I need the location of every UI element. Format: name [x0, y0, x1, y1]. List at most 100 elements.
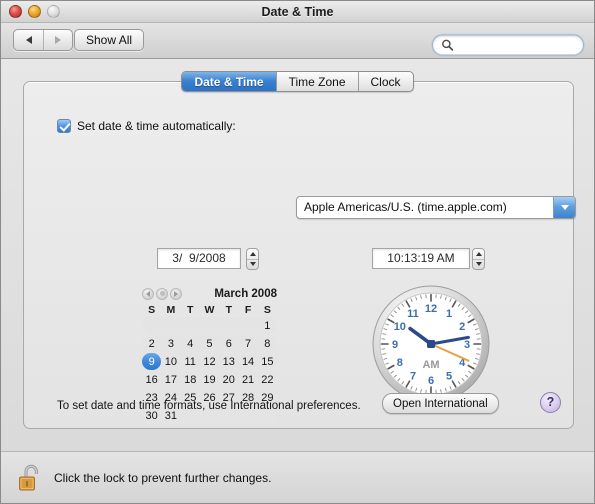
calendar-previous-icon[interactable]: [142, 287, 154, 300]
window-titlebar: Date & Time: [1, 1, 594, 23]
calendar-day-1[interactable]: 1: [258, 317, 277, 334]
set-automatically-label: Set date & time automatically:: [77, 119, 236, 133]
tab-clock[interactable]: Clock: [357, 72, 413, 91]
calendar-dayname-0: S: [148, 304, 156, 316]
calendar-day-18[interactable]: 18: [181, 371, 200, 388]
formats-note: To set date and time formats, use Intern…: [57, 400, 361, 412]
lock-bar-label: Click the lock to prevent further change…: [54, 470, 272, 485]
calendar-day-14[interactable]: 14: [238, 353, 257, 370]
calendar-title: March 2008: [214, 287, 277, 300]
traffic-lights: [9, 5, 60, 18]
calendar-dayname-1: M: [166, 304, 176, 316]
set-automatically-row: Set date & time automatically:: [57, 119, 236, 133]
date-stepper-up[interactable]: [247, 249, 258, 259]
tab-bar: Date & Time Time Zone Clock: [1, 71, 594, 92]
calendar-week-row: 1: [142, 317, 277, 334]
time-input[interactable]: 10:13:19 AM: [372, 248, 470, 269]
chevron-down-icon[interactable]: [553, 197, 575, 218]
calendar-day-16[interactable]: 16: [142, 371, 161, 388]
calendar-dayname-3: W: [204, 304, 215, 316]
lock-bar: Click the lock to prevent further change…: [1, 451, 594, 503]
calendar-day-12[interactable]: 12: [200, 353, 219, 370]
clock-numeral-6: 6: [428, 375, 434, 387]
calendar-day-8[interactable]: 8: [258, 335, 277, 352]
calendar-day-names: SMTWTFS: [142, 304, 277, 316]
time-server-combobox[interactable]: Apple Americas/U.S. (time.apple.com): [296, 196, 576, 219]
date-time-panel: Set date & time automatically: Apple Ame…: [23, 81, 576, 429]
help-button[interactable]: ?: [540, 392, 561, 413]
search-icon: [442, 39, 454, 51]
time-stepper[interactable]: [472, 248, 485, 270]
clock-numeral-7: 7: [410, 370, 416, 382]
clock-numeral-1: 1: [446, 308, 452, 320]
calendar-day-11[interactable]: 11: [181, 353, 200, 370]
time-server-value: Apple Americas/U.S. (time.apple.com): [304, 200, 507, 214]
calendar-week-row: 9 10 11 12 13 14 15: [142, 353, 277, 370]
calendar-week-row: 16 17 18 19 20 21 22: [142, 371, 277, 388]
calendar-day-15[interactable]: 15: [258, 353, 277, 370]
calendar-day-22[interactable]: 22: [258, 371, 277, 388]
date-input[interactable]: 3/ 9/2008: [157, 248, 241, 269]
zoom-button: [47, 5, 60, 18]
back-button[interactable]: [14, 30, 43, 50]
calendar-dayname-4: T: [225, 304, 232, 316]
forward-button: [43, 30, 72, 50]
calendar-today-icon[interactable]: [156, 287, 168, 300]
minimize-button[interactable]: [28, 5, 41, 18]
navigation-buttons: [13, 29, 73, 51]
time-stepper-down[interactable]: [473, 258, 484, 270]
clock-center-cap: [427, 340, 435, 348]
calendar-day-3[interactable]: 3: [161, 335, 180, 352]
calendar-day-7[interactable]: 7: [238, 335, 257, 352]
calendar-dayname-2: T: [186, 304, 194, 316]
time-stepper-up[interactable]: [473, 249, 484, 259]
clock-numeral-8: 8: [397, 357, 403, 369]
calendar-day-6[interactable]: 6: [219, 335, 238, 352]
calendar-week-row: 2345678: [142, 335, 277, 352]
calendar-header: March 2008: [142, 285, 277, 302]
chevron-left-icon: [25, 36, 32, 44]
calendar-day-5[interactable]: 5: [200, 335, 219, 352]
clock-meridiem-label: AM: [422, 359, 439, 371]
set-automatically-checkbox[interactable]: [57, 119, 71, 133]
calendar-dayname-6: S: [263, 304, 271, 316]
chevron-right-icon: [55, 36, 61, 44]
calendar-day-9[interactable]: 9: [142, 353, 162, 370]
calendar-dayname-5: F: [244, 304, 252, 316]
calendar-day-empty: [200, 317, 219, 334]
close-button[interactable]: [9, 5, 22, 18]
window-toolbar: Show All: [1, 23, 594, 59]
clock-numeral-3: 3: [464, 339, 470, 351]
date-stepper[interactable]: [246, 248, 259, 270]
unlocked-padlock-icon[interactable]: [17, 462, 45, 494]
calendar-day-21[interactable]: 21: [238, 371, 257, 388]
clock-numeral-12: 12: [425, 303, 437, 315]
calendar-day-13[interactable]: 13: [219, 353, 238, 370]
calendar-day-4[interactable]: 4: [181, 335, 200, 352]
calendar-day-20[interactable]: 20: [219, 371, 238, 388]
calendar-day-empty: [161, 317, 180, 334]
open-international-button[interactable]: Open International: [382, 393, 499, 414]
tab-time-zone[interactable]: Time Zone: [275, 72, 358, 91]
search-field[interactable]: [432, 34, 594, 56]
analog-clock: 12 1 2 3 4 5 6 7 8 9 10 11 AM: [371, 284, 491, 404]
clock-numeral-5: 5: [446, 370, 452, 382]
date-stepper-down[interactable]: [247, 258, 258, 270]
window-title: Date & Time: [261, 5, 334, 19]
calendar-day-2[interactable]: 2: [142, 335, 161, 352]
clock-numeral-11: 11: [407, 308, 419, 320]
tab-date-time[interactable]: Date & Time: [182, 72, 276, 91]
calendar-day-19[interactable]: 19: [200, 371, 219, 388]
clock-numeral-10: 10: [394, 321, 406, 333]
calendar-day-empty: [181, 317, 200, 334]
search-input[interactable]: [457, 37, 594, 53]
show-all-button[interactable]: Show All: [74, 29, 145, 51]
calendar-day-17[interactable]: 17: [161, 371, 180, 388]
date-time-preference-window: Date & Time Show All Date & Time Time Zo…: [0, 0, 595, 504]
calendar-day-empty: [219, 317, 238, 334]
calendar-next-icon[interactable]: [170, 287, 182, 300]
clock-numeral-9: 9: [392, 339, 398, 351]
calendar-day-10[interactable]: 10: [161, 353, 180, 370]
calendar-day-empty: [142, 317, 161, 334]
clock-numeral-2: 2: [459, 321, 465, 333]
